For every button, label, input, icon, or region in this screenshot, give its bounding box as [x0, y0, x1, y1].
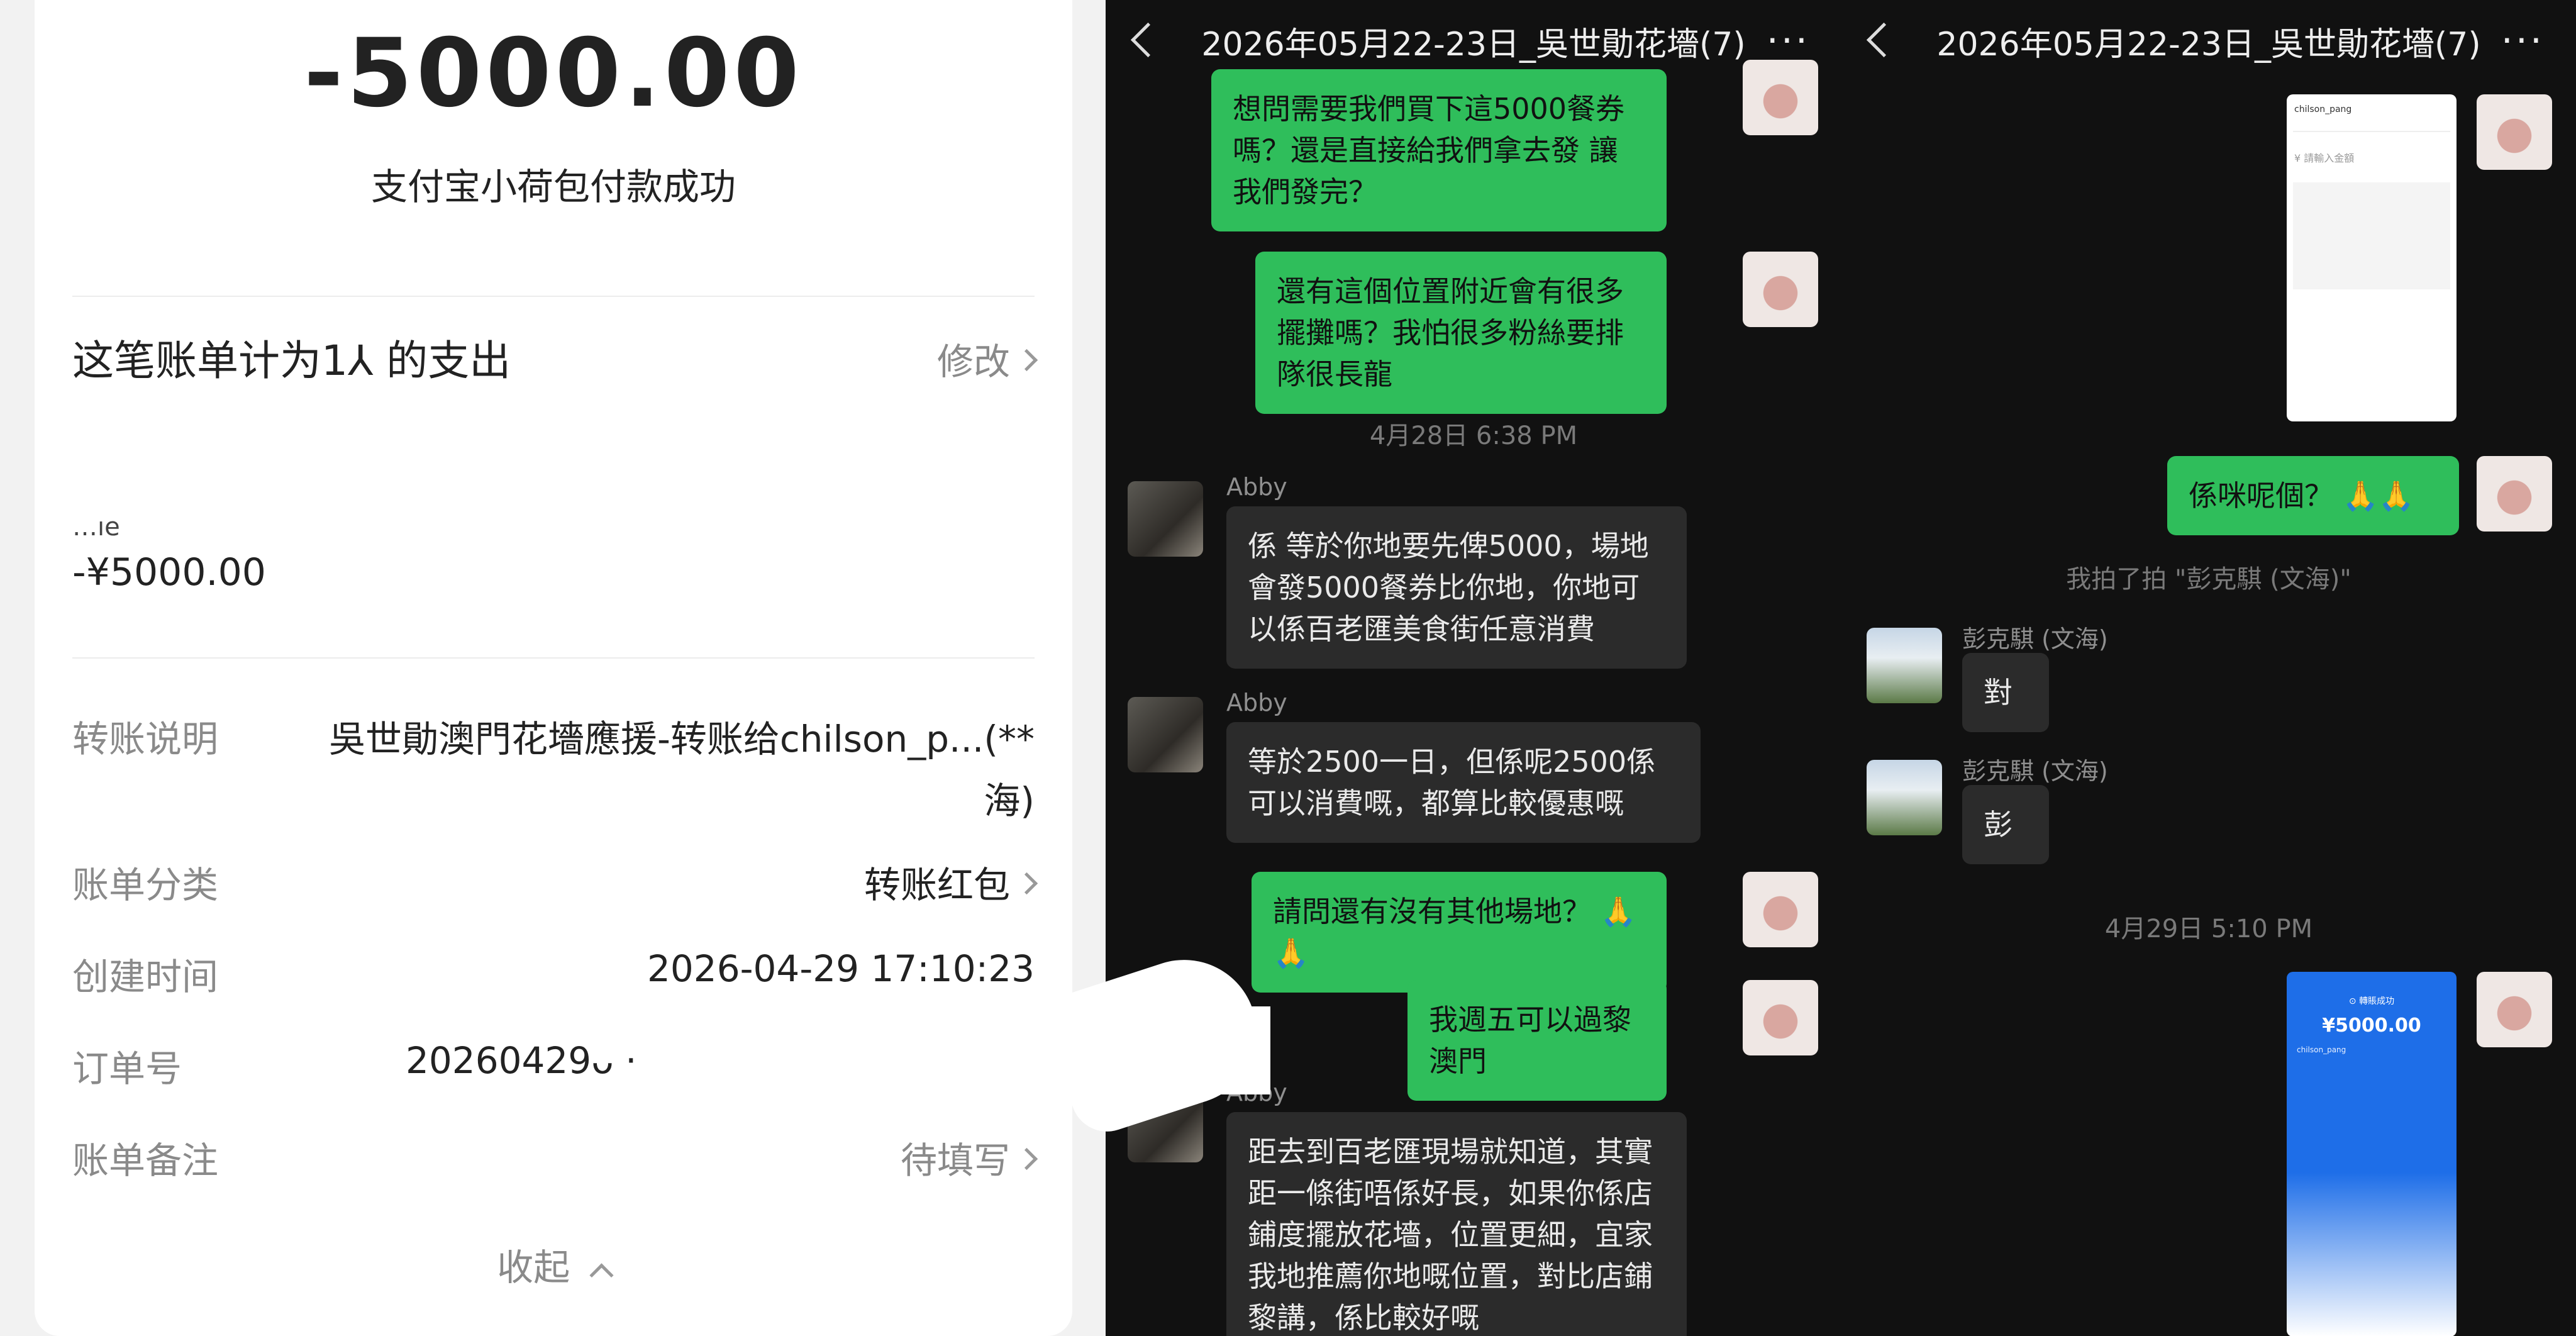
chat-title: 2026年05月22-23日_吳世勛花墻(7) — [1201, 26, 1746, 64]
avatar[interactable] — [1867, 760, 1942, 835]
modify-button[interactable]: 修改 — [936, 332, 1038, 385]
remark-label: 账单备注 — [72, 1139, 219, 1182]
message-bubble: 係咪呢個？ 🙏🙏 — [2167, 456, 2459, 535]
chevron-right-icon — [1015, 349, 1038, 372]
divider — [72, 296, 1035, 297]
screenshot-keypad — [2293, 182, 2450, 289]
message-bubble: 我週五可以過黎澳門 — [1407, 980, 1667, 1101]
order-label: 订单号 — [72, 1047, 182, 1090]
more-icon[interactable]: ··· — [1767, 19, 1810, 63]
avatar[interactable] — [1743, 872, 1818, 947]
message-bubble: 係 等於你地要先俾5000，場地會發5000餐券比你地，你地可以係百老匯美食街任… — [1226, 506, 1687, 669]
category-value: 转账红包 — [863, 864, 1010, 906]
category-selector[interactable]: 转账红包 — [863, 855, 1038, 908]
category-label: 账单分类 — [72, 864, 219, 906]
bill-statement: 这笔账单计为1⅄ 的支出 — [72, 337, 511, 385]
payment-detail-panel: -5000.00 支付宝小荷包付款成功 这笔账单计为1⅄ 的支出 修改 …ıe … — [0, 0, 1106, 1336]
partial-label: …ıe — [72, 513, 120, 542]
avatar[interactable] — [1743, 60, 1818, 135]
transfer-desc-label: 转账说明 — [72, 718, 219, 760]
divider — [72, 657, 1035, 659]
avatar[interactable] — [1128, 481, 1203, 557]
sub-amount: -¥5000.00 — [72, 550, 266, 594]
message-bubble: 請問還有沒有其他場地？ 🙏🙏 — [1252, 872, 1667, 993]
screenshot-name: chilson_pang — [2294, 104, 2352, 114]
chat-title: 2026年05月22-23日_吳世勛花墻(7) — [1936, 26, 2481, 64]
message-bubble: 對 — [1962, 653, 2049, 732]
sender-name: 彭克騏 (文海) — [1962, 625, 2108, 653]
message-bubble: 彭 — [1962, 785, 2049, 864]
avatar[interactable] — [1867, 628, 1942, 703]
created-label: 创建时间 — [72, 955, 219, 998]
remark-value: 待填写 — [900, 1139, 1010, 1182]
order-value: 20260429ᴗ · — [406, 1039, 637, 1082]
remark-button[interactable]: 待填写 — [900, 1131, 1038, 1184]
sender-name: Abby — [1226, 689, 1287, 716]
avatar[interactable] — [1743, 252, 1818, 327]
modify-label: 修改 — [936, 340, 1010, 383]
chat-panel-right: 2026年05月22-23日_吳世勛花墻(7) ··· chilson_pang… — [1841, 0, 2576, 1336]
chevron-right-icon — [1015, 872, 1038, 895]
message-bubble: 等於2500一日，但係呢2500係可以消費嘅，都算比較優惠嘅 — [1226, 722, 1701, 843]
payment-status: 支付宝小荷包付款成功 — [370, 165, 736, 208]
chevron-right-icon — [1015, 1148, 1038, 1171]
payment-amount: -5000.00 — [304, 19, 803, 128]
screenshot-image[interactable]: ⊙ 轉賬成功 ¥5000.00 chilson_pang — [2287, 972, 2457, 1336]
screenshot-input: ¥ 請輸入金額 — [2294, 152, 2355, 164]
chat-panel-middle: 2026年05月22-23日_吳世勛花墻(7) ··· 想問需要我們買下這500… — [1106, 0, 1841, 1336]
transfer-desc-line1: 吳世勛澳門花墻應援-转账给chilson_p...(** — [328, 718, 1035, 760]
avatar[interactable] — [1128, 697, 1203, 772]
transfer-desc-line2: 海) — [984, 779, 1035, 822]
avatar[interactable] — [2477, 94, 2552, 170]
more-icon[interactable]: ··· — [2501, 19, 2545, 63]
divider — [2293, 131, 2450, 132]
screenshot-amount: ¥5000.00 — [2322, 1015, 2421, 1037]
avatar[interactable] — [2477, 456, 2552, 532]
message-bubble: 距去到百老匯現場就知道，其實距一條街唔係好長，如果你係店鋪度擺放花墻，位置更細，… — [1226, 1112, 1687, 1336]
screenshot-status: ⊙ 轉賬成功 — [2348, 996, 2395, 1006]
avatar[interactable] — [2477, 972, 2552, 1047]
created-value: 2026-04-29 17:10:23 — [647, 947, 1035, 990]
timestamp: 4月29日 5:10 PM — [2104, 915, 2313, 944]
transfer-desc-value: 吳世勛澳門花墻應援-转账给chilson_p...(** 海) — [311, 710, 1035, 824]
sender-name: 彭克騏 (文海) — [1962, 757, 2108, 785]
chevron-up-icon — [589, 1263, 614, 1288]
payment-card: -5000.00 支付宝小荷包付款成功 这笔账单计为1⅄ 的支出 修改 …ıe … — [35, 0, 1072, 1336]
message-bubble: 還有這個位置附近會有很多擺攤嗎？我怕很多粉絲要排隊很長龍 — [1255, 252, 1667, 414]
message-bubble: 想問需要我們買下這5000餐券嗎？還是直接給我們拿去發 讓我們發完？ — [1211, 69, 1667, 231]
screenshot-image[interactable]: chilson_pang ¥ 請輸入金額 — [2287, 94, 2457, 421]
sender-name: Abby — [1226, 473, 1287, 501]
avatar[interactable] — [1743, 980, 1818, 1055]
screenshot-name: chilson_pang — [2297, 1045, 2346, 1054]
system-message: 我拍了拍 "彭克騏 (文海)" — [2066, 565, 2351, 594]
collapse-label: 收起 — [497, 1246, 570, 1289]
timestamp: 4月28日 6:38 PM — [1369, 421, 1578, 450]
collapse-button[interactable]: 收起 — [35, 1238, 1072, 1291]
chat-header: 2026年05月22-23日_吳世勛花墻(7) ··· — [1841, 0, 2576, 94]
